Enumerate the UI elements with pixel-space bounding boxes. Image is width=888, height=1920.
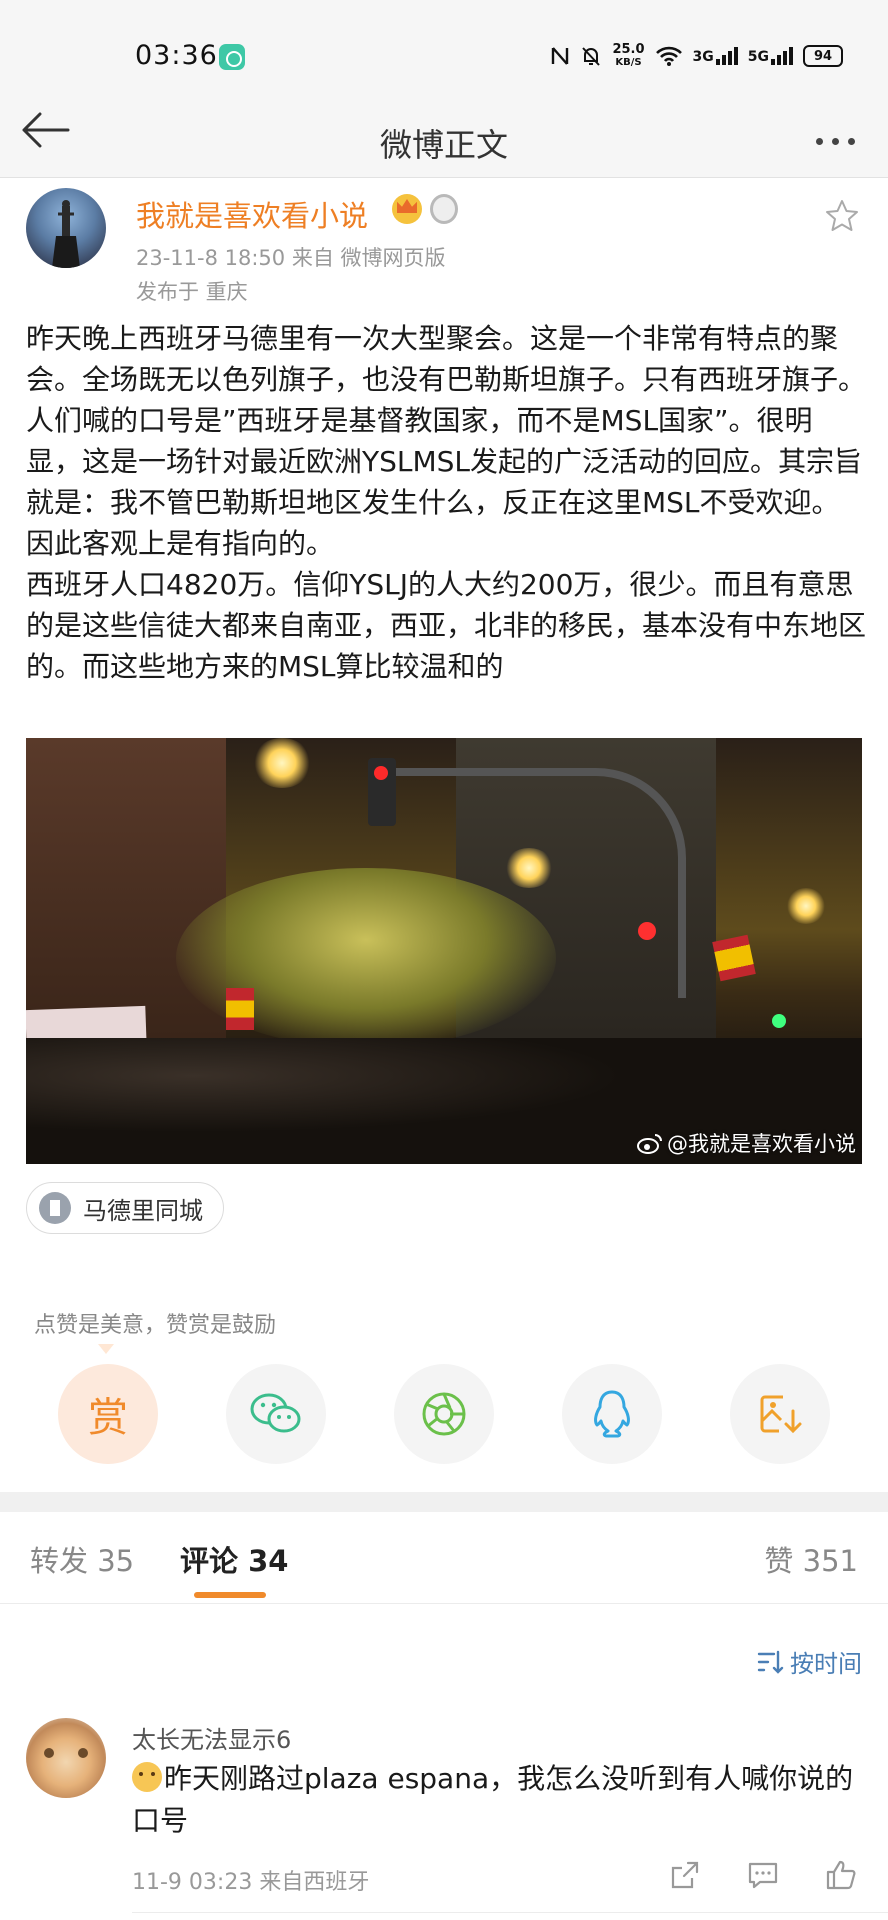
sort-icon	[757, 1650, 784, 1674]
qq-penguin-icon	[594, 1390, 630, 1438]
save-image-icon	[760, 1395, 802, 1434]
tab-likes[interactable]: 赞 351	[764, 1538, 858, 1580]
app-notification-icon	[219, 44, 245, 70]
street-light-glow	[786, 888, 826, 924]
red-light-shape	[638, 922, 656, 940]
share-qq-button[interactable]	[562, 1364, 662, 1464]
share-wechat-button[interactable]	[226, 1364, 326, 1464]
nfc-icon	[552, 47, 569, 65]
street-light-glow	[504, 848, 554, 888]
post-location: 发布于 重庆	[136, 280, 248, 304]
network-speed: 25.0 KB/S	[612, 42, 645, 68]
reward-hint: 点赞是美意，赞赏是鼓励	[34, 1313, 277, 1338]
post-paragraph: 西班牙人口4820万。信仰YSLJ的人大约200万，很少。而且有意思的是这些信徒…	[26, 568, 867, 683]
battery-icon: 94	[803, 45, 843, 67]
crown-badge-icon[interactable]	[392, 194, 422, 224]
post-body: 昨天晚上西班牙马德里有一次大型聚会。这是一个非常有特点的聚会。全场既无以色列旗子…	[26, 318, 866, 687]
wifi-icon	[655, 46, 682, 66]
status-icons: 25.0 KB/S 3G 5G 94	[550, 38, 843, 74]
like-comment-icon[interactable]	[824, 1858, 858, 1892]
more-options-icon[interactable]	[816, 128, 866, 154]
post-video[interactable]: @我就是喜欢看小说	[26, 738, 862, 1164]
street-light-glow	[252, 738, 312, 788]
comment-text: 昨天刚路过plaza espana，我怎么没听到有人喊你说的口号	[132, 1762, 854, 1837]
share-moments-button[interactable]	[394, 1364, 494, 1464]
author-name[interactable]: 我就是喜欢看小说	[136, 193, 368, 235]
reply-comment-icon[interactable]	[746, 1858, 780, 1892]
signal-sim1-icon: 3G	[693, 47, 738, 65]
save-image-button[interactable]	[730, 1364, 830, 1464]
share-comment-icon[interactable]	[668, 1858, 702, 1892]
post-paragraph: 昨天晚上西班牙马德里有一次大型聚会。这是一个非常有特点的聚会。全场既无以色列旗子…	[26, 322, 867, 396]
commenter-avatar[interactable]	[26, 1718, 106, 1798]
traffic-light-shape	[368, 758, 396, 826]
signal-sim2-icon: 5G	[748, 47, 793, 65]
weibo-logo-icon	[637, 1134, 662, 1154]
location-topic-tag[interactable]: 马德里同城	[26, 1182, 224, 1234]
post-paragraph: 人们喊的口号是”西班牙是基督教国家，而不是MSL国家”。很明显，这是一场针对最近…	[26, 404, 863, 560]
interaction-tabs: 转发 35 评论 34 赞 351	[0, 1512, 888, 1604]
moments-aperture-icon	[422, 1392, 466, 1436]
reward-label: 赏	[88, 1395, 128, 1441]
wechat-icon	[250, 1393, 301, 1433]
topic-label: 马德里同城	[83, 1196, 203, 1225]
nav-bar: 微博正文	[0, 110, 888, 178]
share-row: 赏	[58, 1364, 830, 1464]
page-title: 微博正文	[379, 126, 508, 164]
comment-meta: 11-9 03:23 来自西班牙	[132, 1870, 370, 1895]
comment-actions	[668, 1858, 858, 1894]
reward-hint-pointer	[98, 1344, 114, 1354]
reward-button[interactable]: 赏	[58, 1364, 158, 1464]
medal-badge-icon[interactable]	[430, 194, 458, 224]
sort-by-time-button[interactable]: 按时间	[756, 1644, 862, 1679]
status-time: 03:36	[135, 40, 218, 71]
tab-comments[interactable]: 评论 34	[180, 1538, 288, 1580]
favorite-star-icon[interactable]	[824, 198, 860, 234]
section-divider	[0, 1492, 888, 1512]
building-icon	[39, 1192, 71, 1224]
statue-image	[52, 200, 80, 268]
spain-flag-shape	[226, 988, 254, 1030]
commenter-name[interactable]: 太长无法显示6	[132, 1720, 291, 1755]
video-watermark: @我就是喜欢看小说	[637, 1128, 856, 1158]
spain-flag-shape	[712, 934, 756, 982]
active-tab-indicator	[194, 1592, 266, 1598]
sort-label: 按时间	[790, 1650, 862, 1678]
author-avatar[interactable]	[26, 188, 106, 268]
comment-divider	[132, 1912, 888, 1913]
mute-bell-icon	[582, 47, 601, 66]
status-bar: 03:36 25.0 KB/S 3G 5G 94	[0, 0, 888, 110]
doge-emoji-icon	[132, 1762, 162, 1792]
post-meta: 23-11-8 18:50 来自 微博网页版	[136, 246, 446, 270]
tab-reposts[interactable]: 转发 35	[30, 1538, 134, 1580]
green-light-shape	[772, 1014, 786, 1028]
